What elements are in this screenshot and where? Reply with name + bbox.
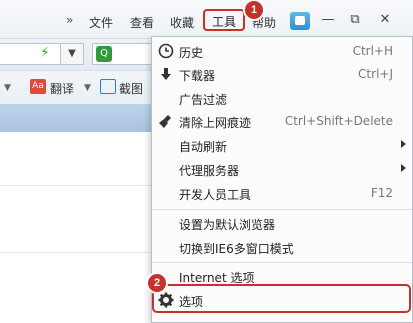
menu-item-developer-tools[interactable]: 开发人员工具 F12 — [152, 182, 412, 204]
clock-icon — [158, 43, 174, 59]
translate-button[interactable]: 翻译 — [50, 80, 74, 97]
toolbar-dropdown-arrow[interactable]: ▼ — [4, 83, 11, 93]
menu-favorites[interactable]: 收藏 — [170, 14, 194, 31]
menu-item-ad-filter[interactable]: 广告过滤 — [152, 87, 412, 109]
content-divider — [0, 185, 151, 186]
menu-item-clear-traces[interactable]: 清除上网痕迹 Ctrl+Shift+Delete — [152, 110, 412, 132]
menu-item-label: 设置为默认浏览器 — [179, 218, 276, 232]
tools-menu: 历史 Ctrl+H 下载器 Ctrl+J 广告过滤 清除上网痕迹 Ctrl+Sh… — [151, 36, 413, 323]
submenu-arrow-icon — [401, 164, 406, 172]
menu-item-proxy-server[interactable]: 代理服务器 — [152, 158, 412, 180]
restore-button[interactable]: ⧉ — [345, 12, 365, 28]
menu-item-set-default-browser[interactable]: 设置为默认浏览器 — [152, 212, 412, 234]
step-2-badge: 2 — [148, 274, 166, 292]
translate-icon: Aa — [30, 79, 46, 94]
translate-dropdown-arrow[interactable]: ▼ — [84, 83, 91, 93]
options-highlight-box — [152, 284, 411, 313]
menubar-overflow-chevron[interactable]: » — [66, 13, 73, 27]
broom-icon — [159, 115, 171, 128]
step-1-badge: 1 — [245, 1, 263, 19]
menu-item-auto-refresh[interactable]: 自动刷新 — [152, 134, 412, 156]
lightning-icon[interactable]: ⚡ — [40, 45, 50, 61]
menu-item-switch-ie6-mode[interactable]: 切换到IE6多窗口模式 — [152, 236, 412, 258]
menu-item-label: 切换到IE6多窗口模式 — [179, 242, 294, 256]
menu-item-label: 清除上网痕迹 — [179, 116, 252, 130]
minimize-button[interactable]: — — [318, 12, 338, 28]
menu-item-history[interactable]: 历史 Ctrl+H — [152, 40, 412, 62]
menu-item-shortcut: Ctrl+Shift+Delete — [284, 114, 393, 128]
address-dropdown-button[interactable]: ▼ — [60, 43, 84, 65]
menu-item-shortcut: Ctrl+J — [358, 67, 393, 81]
scissors-icon — [100, 79, 116, 94]
close-button[interactable]: ✕ — [375, 12, 395, 28]
menu-separator — [152, 209, 412, 210]
search-icon[interactable]: Q — [96, 46, 112, 62]
menu-item-label: 自动刷新 — [179, 140, 228, 154]
menu-item-downloader[interactable]: 下载器 Ctrl+J — [152, 63, 412, 85]
menu-file[interactable]: 文件 — [89, 14, 113, 31]
menu-item-label: 代理服务器 — [179, 164, 240, 178]
menu-item-shortcut: F12 — [370, 186, 393, 200]
menu-item-label: 历史 — [179, 46, 204, 60]
menu-view[interactable]: 查看 — [130, 14, 154, 31]
menu-tools-label: 工具 — [211, 15, 236, 29]
menu-item-label: 开发人员工具 — [179, 188, 252, 202]
skin-icon[interactable] — [290, 12, 310, 30]
menu-item-label: 广告过滤 — [179, 93, 228, 107]
content-divider — [0, 252, 151, 253]
download-arrow-icon — [161, 68, 171, 80]
menu-tools[interactable]: 工具 — [203, 9, 245, 31]
menu-separator — [152, 262, 412, 263]
submenu-arrow-icon — [401, 140, 406, 148]
screenshot-button[interactable]: 截图 — [119, 80, 143, 97]
menu-item-shortcut: Ctrl+H — [352, 44, 393, 58]
menu-item-label: 下载器 — [179, 69, 216, 83]
